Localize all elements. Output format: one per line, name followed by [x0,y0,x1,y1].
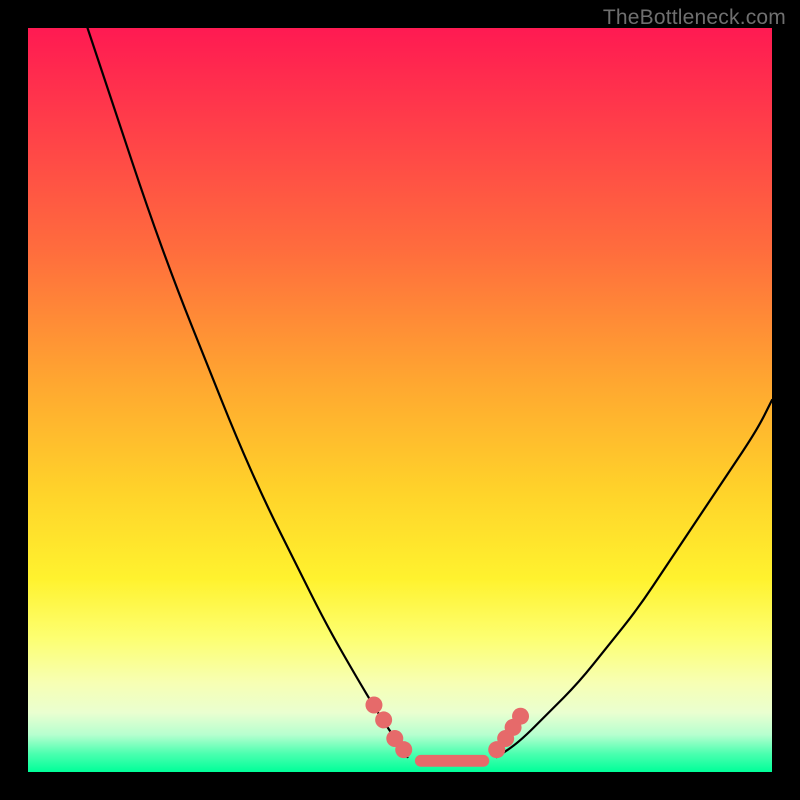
plateau-bar [415,755,489,767]
right-curve [497,400,772,757]
bead [365,697,382,714]
plot-area [28,28,772,772]
curve-layer [28,28,772,772]
watermark-text: TheBottleneck.com [603,6,786,30]
bead [375,711,392,728]
bead [395,741,412,758]
chart-frame: TheBottleneck.com [0,0,800,800]
left-curve [88,28,408,757]
bead-markers [365,697,529,759]
bead [512,708,529,725]
